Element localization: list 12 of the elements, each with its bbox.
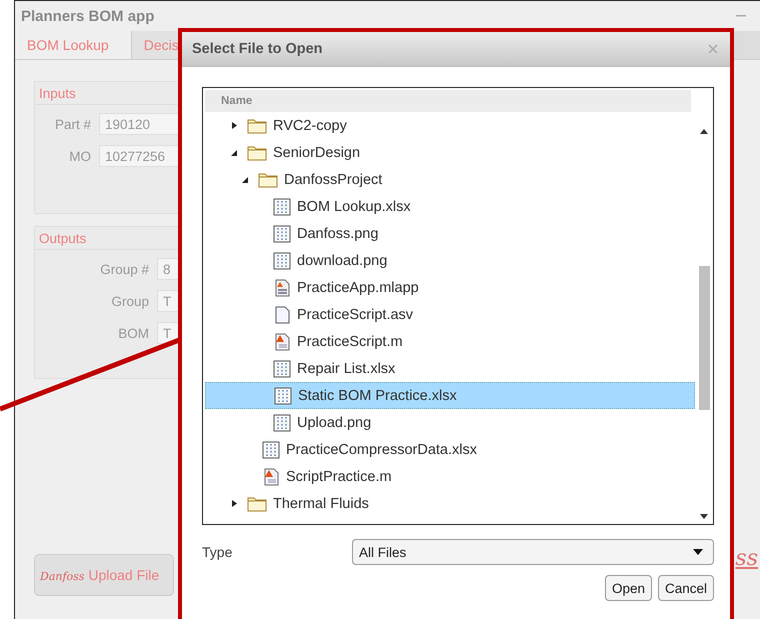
field-label: Group bbox=[110, 294, 149, 308]
field-label: BOM bbox=[117, 326, 149, 340]
type-label: Type bbox=[202, 544, 234, 560]
panel-title: Inputs bbox=[39, 86, 76, 100]
field-label: Part # bbox=[54, 116, 91, 132]
logo: ss bbox=[735, 546, 758, 571]
panel-title: Outputs bbox=[39, 230, 86, 246]
dialog-title: Select File to Open bbox=[192, 41, 323, 57]
field-label: Group # bbox=[99, 262, 149, 276]
window-title: Planners BOM app bbox=[21, 8, 154, 24]
column-header: Name bbox=[221, 95, 252, 107]
field-label: MO bbox=[68, 148, 91, 164]
